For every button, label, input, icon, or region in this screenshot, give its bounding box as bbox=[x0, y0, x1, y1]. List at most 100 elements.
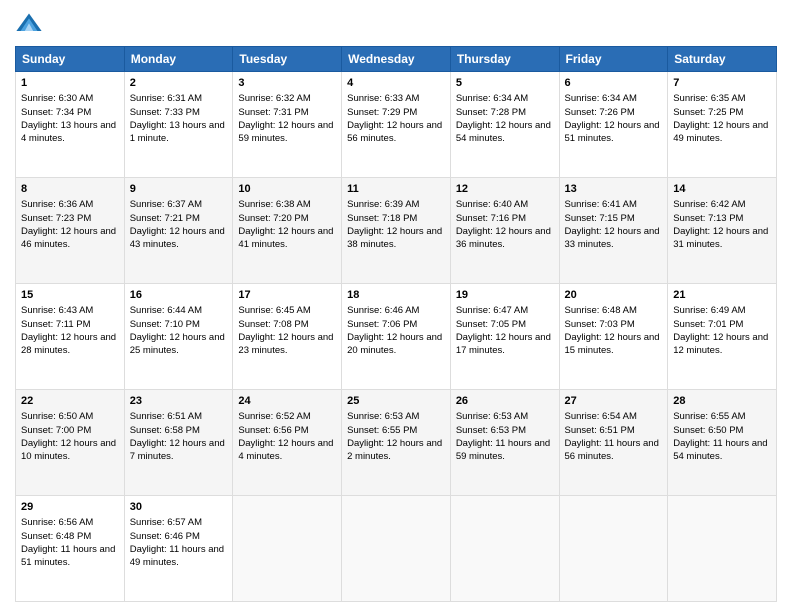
sunrise: Sunrise: 6:46 AM bbox=[347, 305, 419, 316]
calendar-cell: 8Sunrise: 6:36 AMSunset: 7:23 PMDaylight… bbox=[16, 178, 125, 284]
page: SundayMondayTuesdayWednesdayThursdayFrid… bbox=[0, 0, 792, 612]
day-number: 9 bbox=[130, 182, 228, 197]
calendar-week-5: 29Sunrise: 6:56 AMSunset: 6:48 PMDayligh… bbox=[16, 496, 777, 602]
daylight-label: Daylight: 13 hours and 4 minutes. bbox=[21, 120, 116, 144]
weekday-header-sunday: Sunday bbox=[16, 47, 125, 72]
sunrise: Sunrise: 6:33 AM bbox=[347, 93, 419, 104]
sunrise: Sunrise: 6:37 AM bbox=[130, 199, 202, 210]
sunrise: Sunrise: 6:36 AM bbox=[21, 199, 93, 210]
sunset: Sunset: 7:00 PM bbox=[21, 425, 91, 436]
sunset: Sunset: 7:10 PM bbox=[130, 319, 200, 330]
header bbox=[15, 10, 777, 38]
sunrise: Sunrise: 6:50 AM bbox=[21, 411, 93, 422]
calendar-cell: 26Sunrise: 6:53 AMSunset: 6:53 PMDayligh… bbox=[450, 390, 559, 496]
calendar-cell bbox=[559, 496, 668, 602]
daylight-label: Daylight: 12 hours and 2 minutes. bbox=[347, 438, 442, 462]
sunrise: Sunrise: 6:49 AM bbox=[673, 305, 745, 316]
sunset: Sunset: 7:31 PM bbox=[238, 107, 308, 118]
sunrise: Sunrise: 6:32 AM bbox=[238, 93, 310, 104]
weekday-header-saturday: Saturday bbox=[668, 47, 777, 72]
weekday-header-row: SundayMondayTuesdayWednesdayThursdayFrid… bbox=[16, 47, 777, 72]
day-number: 1 bbox=[21, 76, 119, 91]
calendar-cell: 18Sunrise: 6:46 AMSunset: 7:06 PMDayligh… bbox=[342, 284, 451, 390]
calendar-cell: 11Sunrise: 6:39 AMSunset: 7:18 PMDayligh… bbox=[342, 178, 451, 284]
day-number: 18 bbox=[347, 288, 445, 303]
weekday-header-monday: Monday bbox=[124, 47, 233, 72]
sunset: Sunset: 7:29 PM bbox=[347, 107, 417, 118]
sunset: Sunset: 6:56 PM bbox=[238, 425, 308, 436]
daylight-label: Daylight: 12 hours and 59 minutes. bbox=[238, 120, 333, 144]
sunset: Sunset: 7:05 PM bbox=[456, 319, 526, 330]
day-number: 14 bbox=[673, 182, 771, 197]
calendar-cell: 1Sunrise: 6:30 AMSunset: 7:34 PMDaylight… bbox=[16, 72, 125, 178]
calendar-week-3: 15 Sunrise: 6:43 AM Sunset: 7:11 PM Dayligh… bbox=[16, 284, 777, 390]
daylight-label: Daylight: 12 hours and 17 minutes. bbox=[456, 332, 551, 356]
weekday-header-thursday: Thursday bbox=[450, 47, 559, 72]
sunrise: Sunrise: 6:43 AM bbox=[21, 305, 93, 316]
daylight-label: Daylight: 12 hours and 4 minutes. bbox=[238, 438, 333, 462]
calendar-cell bbox=[450, 496, 559, 602]
day-number: 11 bbox=[347, 182, 445, 197]
sunrise: Sunrise: 6:51 AM bbox=[130, 411, 202, 422]
sunset: Sunset: 7:20 PM bbox=[238, 213, 308, 224]
calendar-cell: 10Sunrise: 6:38 AMSunset: 7:20 PMDayligh… bbox=[233, 178, 342, 284]
day-number: 19 bbox=[456, 288, 554, 303]
daylight-label: Daylight: 12 hours and 46 minutes. bbox=[21, 226, 116, 250]
sunset: Sunset: 7:08 PM bbox=[238, 319, 308, 330]
daylight-label: Daylight: 13 hours and 1 minute. bbox=[130, 120, 225, 144]
calendar-cell: 16 Sunrise: 6:44 AM Sunset: 7:10 PM Dayligh… bbox=[124, 284, 233, 390]
sunset: Sunset: 7:15 PM bbox=[565, 213, 635, 224]
day-number: 25 bbox=[347, 394, 445, 409]
sunset: Sunset: 6:48 PM bbox=[21, 531, 91, 542]
sunset: Sunset: 6:53 PM bbox=[456, 425, 526, 436]
daylight-label: Daylight: 12 hours and 31 minutes. bbox=[673, 226, 768, 250]
calendar-table: SundayMondayTuesdayWednesdayThursdayFrid… bbox=[15, 46, 777, 602]
calendar-cell: 13Sunrise: 6:41 AMSunset: 7:15 PMDayligh… bbox=[559, 178, 668, 284]
sunrise: Sunrise: 6:44 AM bbox=[130, 305, 202, 316]
sunrise: Sunrise: 6:39 AM bbox=[347, 199, 419, 210]
day-number: 30 bbox=[130, 500, 228, 515]
weekday-header-friday: Friday bbox=[559, 47, 668, 72]
sunrise: Sunrise: 6:53 AM bbox=[347, 411, 419, 422]
daylight-label: Daylight: 12 hours and 56 minutes. bbox=[347, 120, 442, 144]
calendar-cell: 4Sunrise: 6:33 AMSunset: 7:29 PMDaylight… bbox=[342, 72, 451, 178]
sunset: Sunset: 7:03 PM bbox=[565, 319, 635, 330]
sunset: Sunset: 7:16 PM bbox=[456, 213, 526, 224]
day-number: 15 bbox=[21, 288, 119, 303]
sunset: Sunset: 7:26 PM bbox=[565, 107, 635, 118]
daylight-label: Daylight: 12 hours and 25 minutes. bbox=[130, 332, 225, 356]
day-number: 23 bbox=[130, 394, 228, 409]
daylight-label: Daylight: 12 hours and 51 minutes. bbox=[565, 120, 660, 144]
calendar-cell: 2Sunrise: 6:31 AMSunset: 7:33 PMDaylight… bbox=[124, 72, 233, 178]
day-number: 12 bbox=[456, 182, 554, 197]
sunset: Sunset: 6:58 PM bbox=[130, 425, 200, 436]
sunset: Sunset: 7:25 PM bbox=[673, 107, 743, 118]
sunset: Sunset: 7:11 PM bbox=[21, 319, 91, 330]
sunrise: Sunrise: 6:54 AM bbox=[565, 411, 637, 422]
sunrise: Sunrise: 6:47 AM bbox=[456, 305, 528, 316]
calendar-cell: 6Sunrise: 6:34 AMSunset: 7:26 PMDaylight… bbox=[559, 72, 668, 178]
sunrise: Sunrise: 6:57 AM bbox=[130, 517, 202, 528]
day-number: 21 bbox=[673, 288, 771, 303]
day-number: 16 bbox=[130, 288, 228, 303]
day-number: 17 bbox=[238, 288, 336, 303]
calendar-cell: 19 Sunrise: 6:47 AM Sunset: 7:05 PM Dayligh… bbox=[450, 284, 559, 390]
sunrise: Sunrise: 6:34 AM bbox=[565, 93, 637, 104]
logo-icon bbox=[15, 10, 43, 38]
day-number: 28 bbox=[673, 394, 771, 409]
calendar-cell: 17Sunrise: 6:45 AMSunset: 7:08 PMDayligh… bbox=[233, 284, 342, 390]
sunrise: Sunrise: 6:30 AM bbox=[21, 93, 93, 104]
sunset: Sunset: 7:23 PM bbox=[21, 213, 91, 224]
sunrise: Sunrise: 6:34 AM bbox=[456, 93, 528, 104]
day-number: 13 bbox=[565, 182, 663, 197]
day-number: 10 bbox=[238, 182, 336, 197]
sunset: Sunset: 6:55 PM bbox=[347, 425, 417, 436]
calendar-cell: 14Sunrise: 6:42 AMSunset: 7:13 PMDayligh… bbox=[668, 178, 777, 284]
daylight-label: Daylight: 12 hours and 33 minutes. bbox=[565, 226, 660, 250]
calendar-cell: 23Sunrise: 6:51 AMSunset: 6:58 PMDayligh… bbox=[124, 390, 233, 496]
daylight-label: Daylight: 12 hours and 41 minutes. bbox=[238, 226, 333, 250]
calendar-cell: 20Sunrise: 6:48 AMSunset: 7:03 PMDayligh… bbox=[559, 284, 668, 390]
calendar-cell: 27Sunrise: 6:54 AMSunset: 6:51 PMDayligh… bbox=[559, 390, 668, 496]
daylight-label: Daylight: 12 hours and 20 minutes. bbox=[347, 332, 442, 356]
daylight-label: Daylight: 12 hours and 38 minutes. bbox=[347, 226, 442, 250]
